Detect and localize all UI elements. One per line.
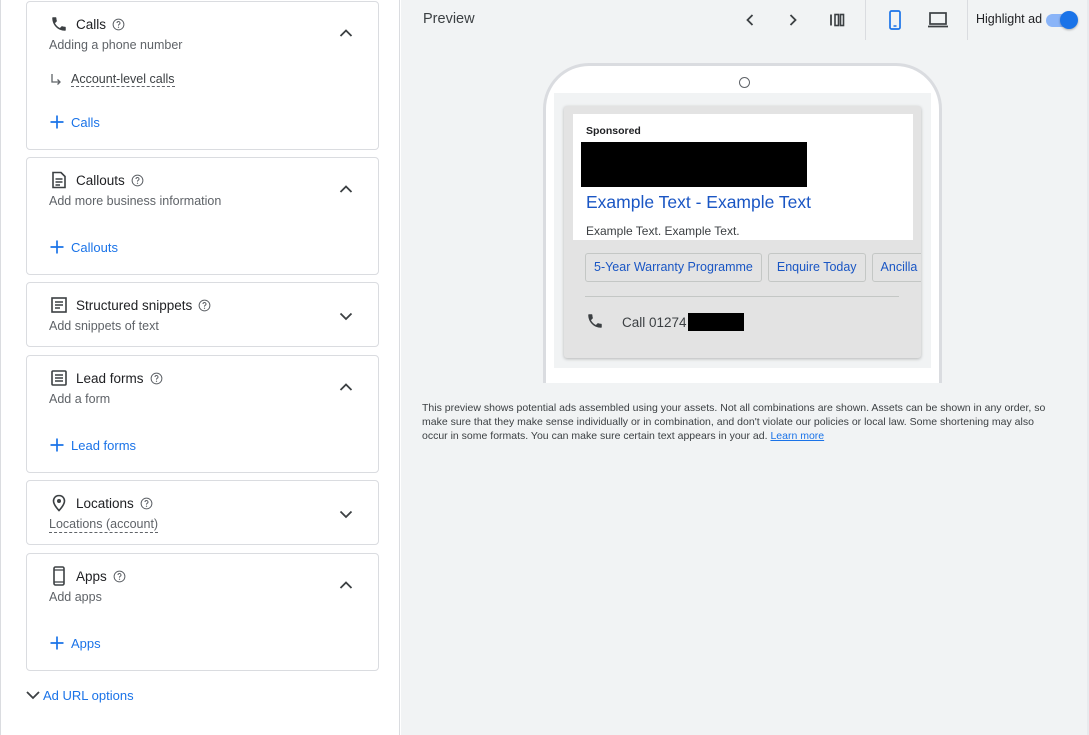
help-icon[interactable] — [140, 497, 153, 510]
disclaimer-text: This preview shows potential ads assembl… — [422, 402, 1046, 442]
chevron-up-icon[interactable] — [336, 377, 356, 397]
structured-snippets-subtitle: Add snippets of text — [49, 319, 159, 333]
form-icon — [49, 368, 69, 388]
account-level-calls-label: Account-level calls — [71, 72, 175, 87]
sitelink-chip[interactable]: Enquire Today — [767, 253, 866, 282]
phone-mockup: Sponsored Example Text - Example Text Ex… — [543, 63, 942, 383]
chevron-down-icon[interactable] — [336, 504, 356, 524]
structured-snippets-header: Structured snippets — [49, 295, 211, 315]
add-callouts-label: Callouts — [71, 239, 118, 255]
toggle-knob — [1060, 11, 1078, 29]
lead-forms-subtitle: Add a form — [49, 392, 111, 406]
apps-subtitle: Add apps — [49, 590, 102, 604]
add-apps-button[interactable]: Apps — [49, 635, 101, 651]
locations-header: Locations — [49, 493, 153, 513]
callouts-title: Callouts — [76, 172, 125, 188]
preview-panel: Preview Highlight ad Sponsored Example T… — [401, 0, 1087, 735]
ad-url-options-toggle[interactable]: Ad URL options — [25, 687, 134, 703]
phone-camera — [739, 77, 750, 88]
lead-forms-title: Lead forms — [76, 370, 144, 386]
lead-forms-header: Lead forms — [49, 368, 163, 388]
phone-icon — [49, 14, 69, 34]
account-level-calls-link[interactable]: Account-level calls — [49, 72, 175, 87]
sitelink-chip[interactable]: Ancilla — [871, 253, 921, 282]
callouts-subtitle: Add more business information — [49, 194, 222, 208]
preview-title: Preview — [423, 11, 475, 27]
assets-panel: Calls Adding a phone number Account-leve… — [0, 0, 400, 735]
help-icon[interactable] — [113, 570, 126, 583]
calls-subtitle: Adding a phone number — [49, 38, 183, 52]
highlight-ad-label: Highlight ad — [976, 12, 1043, 26]
ad-preview-card: Sponsored Example Text - Example Text Ex… — [564, 106, 921, 358]
chevron-down-icon[interactable] — [336, 306, 356, 326]
subdirectory-arrow-icon — [49, 73, 63, 87]
calls-card: Calls Adding a phone number Account-leve… — [26, 1, 379, 150]
ad-main-section: Sponsored Example Text - Example Text Ex… — [573, 114, 913, 240]
callouts-header: Callouts — [49, 170, 144, 190]
help-icon[interactable] — [131, 174, 144, 187]
highlight-ad-toggle[interactable] — [1044, 11, 1078, 29]
location-pin-icon — [49, 493, 69, 513]
plus-icon — [49, 239, 65, 255]
apps-card: Apps Add apps Apps — [26, 553, 379, 671]
columns-view-icon[interactable] — [826, 9, 848, 31]
locations-title: Locations — [76, 495, 134, 511]
snippet-doc-icon — [49, 295, 69, 315]
redacted-phone — [687, 313, 744, 331]
ad-description: Example Text. Example Text. — [586, 224, 740, 238]
toolbar-divider — [967, 0, 968, 40]
add-lead-forms-label: Lead forms — [71, 437, 137, 453]
add-callouts-button[interactable]: Callouts — [49, 239, 118, 255]
call-extension[interactable]: Call 01274 — [586, 312, 744, 332]
ad-divider — [585, 296, 899, 297]
redacted-block — [581, 142, 807, 187]
structured-snippets-title: Structured snippets — [76, 297, 193, 313]
plus-icon — [49, 635, 65, 651]
add-lead-forms-button[interactable]: Lead forms — [49, 437, 136, 453]
sitelink-chip[interactable]: 5-Year Warranty Programme — [585, 253, 762, 282]
chevron-up-icon[interactable] — [336, 179, 356, 199]
plus-icon — [49, 437, 65, 453]
mobile-device-icon[interactable] — [884, 9, 906, 31]
desktop-device-icon[interactable] — [927, 9, 949, 31]
sitelink-chips: 5-Year Warranty Programme Enquire Today An… — [585, 253, 921, 283]
help-icon[interactable] — [198, 299, 211, 312]
chevron-down-icon — [25, 687, 41, 703]
mobile-app-icon — [49, 566, 69, 586]
apps-header: Apps — [49, 566, 126, 586]
chevron-up-icon[interactable] — [336, 575, 356, 595]
add-calls-button[interactable]: Calls — [49, 114, 100, 130]
add-calls-label: Calls — [71, 114, 100, 130]
lead-forms-card: Lead forms Add a form Lead forms — [26, 355, 379, 473]
preview-disclaimer: This preview shows potential ads assembl… — [422, 401, 1062, 443]
phone-screen: Sponsored Example Text - Example Text Ex… — [554, 93, 931, 368]
add-apps-label: Apps — [71, 635, 101, 651]
learn-more-link[interactable]: Learn more — [770, 430, 824, 442]
plus-icon — [49, 114, 65, 130]
apps-title: Apps — [76, 568, 107, 584]
sponsored-label: Sponsored — [586, 125, 641, 137]
callouts-card: Callouts Add more business information C… — [26, 157, 379, 275]
calls-header: Calls — [49, 14, 125, 34]
chevron-up-icon[interactable] — [336, 23, 356, 43]
chevron-left-icon[interactable] — [739, 9, 761, 31]
help-icon[interactable] — [150, 372, 163, 385]
structured-snippets-card[interactable]: Structured snippets Add snippets of text — [26, 282, 379, 347]
help-icon[interactable] — [112, 18, 125, 31]
toolbar-divider — [865, 0, 866, 40]
ad-url-options-label: Ad URL options — [43, 687, 134, 703]
callout-doc-icon — [49, 170, 69, 190]
call-text: Call 01274 — [622, 314, 687, 330]
locations-subtitle[interactable]: Locations (account) — [49, 517, 159, 533]
phone-icon — [586, 312, 606, 332]
ad-headline[interactable]: Example Text - Example Text — [586, 192, 811, 213]
chevron-right-icon[interactable] — [782, 9, 804, 31]
calls-title: Calls — [76, 16, 107, 32]
locations-card[interactable]: Locations Locations (account) — [26, 480, 379, 545]
